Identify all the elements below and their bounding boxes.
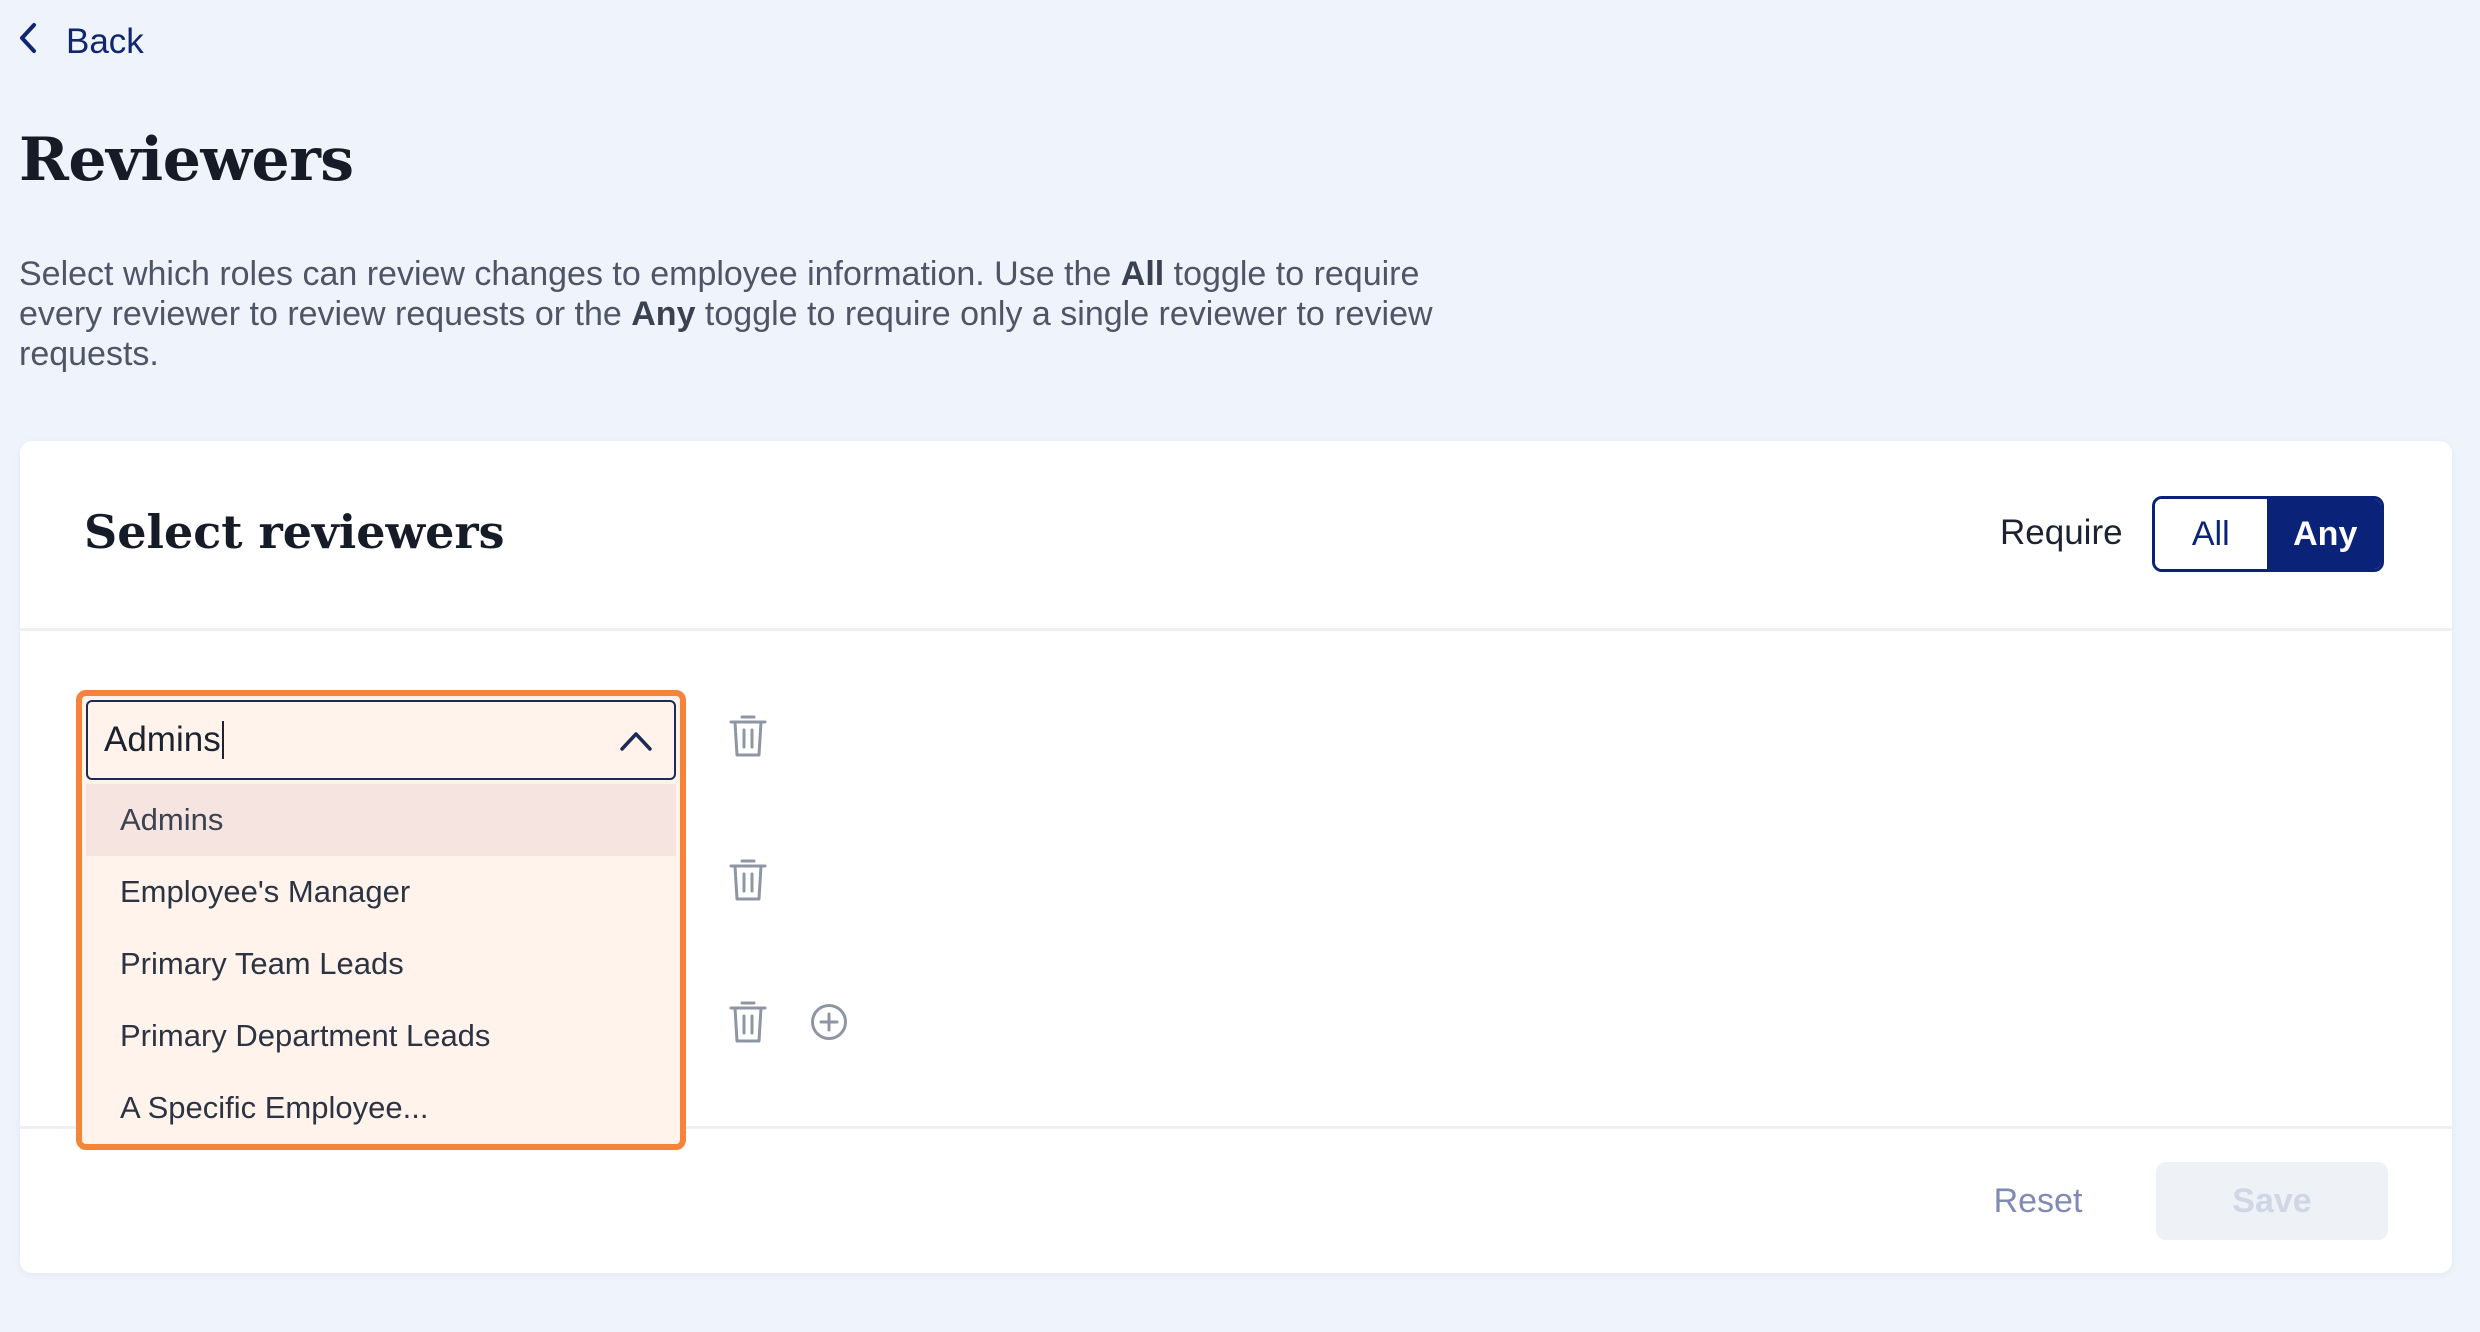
- option-primary-team-leads[interactable]: Primary Team Leads: [86, 928, 676, 1000]
- trash-icon: [729, 859, 767, 901]
- delete-reviewer-2-button[interactable]: [728, 855, 768, 903]
- save-button[interactable]: Save: [2156, 1162, 2388, 1240]
- require-label: Require: [2000, 513, 2123, 552]
- reviewer-select-focus-ring: Admins Admins Employee's Manager Primary…: [76, 690, 686, 1150]
- page-title: Reviewers: [19, 125, 354, 195]
- text-caret: [221, 721, 224, 759]
- toggle-any[interactable]: Any: [2269, 499, 2381, 569]
- add-reviewer-button[interactable]: [809, 1002, 849, 1042]
- page-description: Select which roles can review changes to…: [19, 255, 1433, 373]
- reviewer-select-input[interactable]: Admins: [86, 700, 676, 780]
- back-label: Back: [66, 22, 144, 61]
- option-primary-department-leads[interactable]: Primary Department Leads: [86, 1000, 676, 1072]
- card-title: Select reviewers: [84, 505, 505, 559]
- trash-icon: [729, 1001, 767, 1043]
- option-specific-employee[interactable]: A Specific Employee...: [86, 1072, 676, 1144]
- back-link[interactable]: Back: [16, 16, 144, 68]
- toggle-all[interactable]: All: [2155, 499, 2270, 569]
- trash-icon: [729, 715, 767, 757]
- option-employees-manager[interactable]: Employee's Manager: [86, 856, 676, 928]
- delete-reviewer-1-button[interactable]: [728, 711, 768, 759]
- chevron-up-icon[interactable]: [618, 726, 654, 756]
- chevron-left-icon: [16, 21, 40, 64]
- reviewers-card: Select reviewers Require All Any Reset S…: [20, 441, 2452, 1273]
- option-admins[interactable]: Admins: [86, 784, 676, 856]
- plus-circle-icon: [811, 1004, 847, 1040]
- header-divider: [20, 628, 2452, 631]
- require-toggle: All Any: [2152, 496, 2384, 572]
- delete-reviewer-3-button[interactable]: [728, 997, 768, 1045]
- reviewer-select-value: Admins: [104, 720, 221, 759]
- reset-button[interactable]: Reset: [1976, 1171, 2100, 1231]
- reviewer-options-list: Admins Employee's Manager Primary Team L…: [86, 784, 676, 1144]
